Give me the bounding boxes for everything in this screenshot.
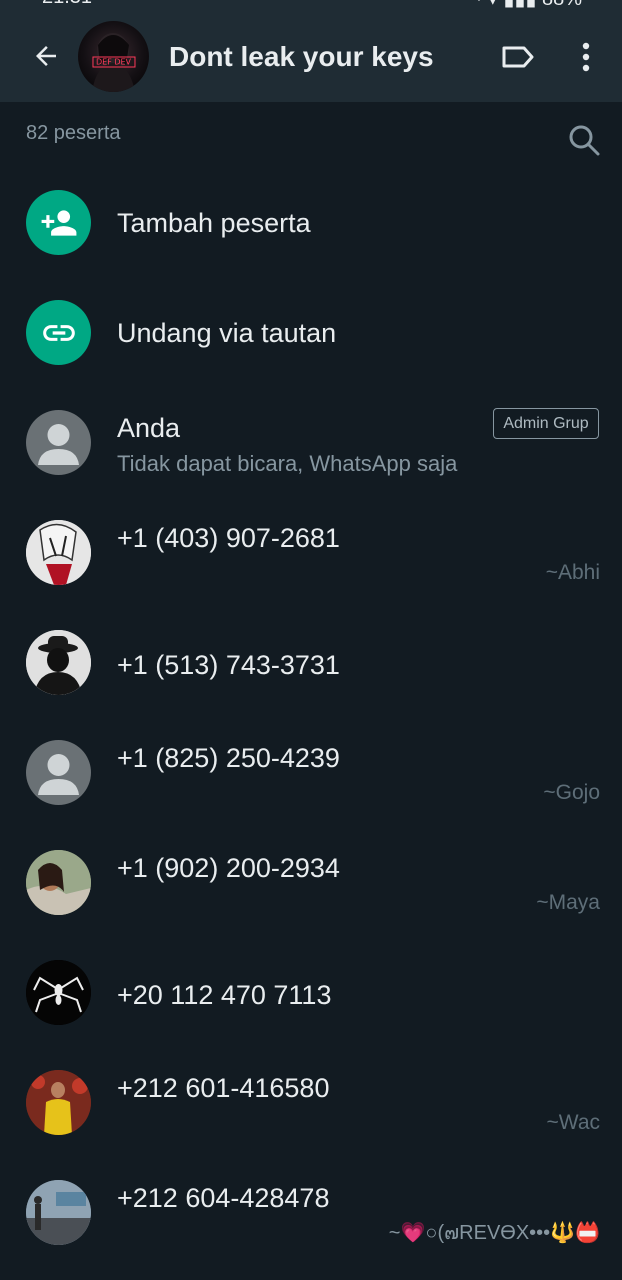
member-name: +1 (513) 743-3731: [117, 650, 340, 680]
member-pushname: ~Wac: [546, 1111, 600, 1134]
spider-logo-avatar-image: [26, 960, 91, 1025]
member-avatar: [26, 960, 91, 1025]
member-row[interactable]: +1 (825) 250-4239 ~Gojo: [0, 718, 622, 828]
back-button[interactable]: [26, 36, 66, 76]
status-time: 21.31: [42, 0, 92, 9]
label-icon: [502, 46, 534, 68]
add-participant-row[interactable]: Tambah peserta: [0, 168, 622, 278]
member-pushname: ~Gojo: [543, 781, 600, 804]
street-photo-avatar-image: [26, 1180, 91, 1245]
default-avatar: [26, 410, 91, 475]
search-button[interactable]: [564, 120, 604, 160]
participant-count: 82 peserta: [26, 122, 121, 144]
member-name: +1 (902) 200-2934: [117, 853, 340, 883]
member-name: +212 601-416580: [117, 1073, 330, 1103]
member-status: Tidak dapat bicara, WhatsApp saja: [117, 451, 458, 476]
member-avatar: [26, 630, 91, 695]
member-avatar: [26, 1070, 91, 1135]
member-name: +1 (403) 907-2681: [117, 523, 340, 553]
group-title[interactable]: Dont leak your keys: [169, 41, 434, 73]
hat-figure-avatar-image: [26, 630, 91, 695]
more-options-button[interactable]: [570, 38, 602, 76]
search-icon: [569, 125, 600, 156]
member-row[interactable]: +1 (403) 907-2681 ~Abhi: [0, 498, 622, 608]
arrow-left-icon: [36, 46, 56, 66]
status-icons: · ▾ ▮▮▮ 88%: [476, 0, 582, 11]
member-name: +212 604-428478: [117, 1183, 330, 1213]
member-pushname: ~Abhi: [545, 561, 600, 584]
add-participant-label: Tambah peserta: [117, 208, 311, 238]
member-row-self[interactable]: Anda Tidak dapat bicara, WhatsApp saja A…: [0, 388, 622, 498]
link-icon: [42, 324, 75, 341]
member-row[interactable]: +212 604-428478 ~💗○(๗REVӨX•••🔱📛: [0, 1158, 622, 1268]
member-row[interactable]: +1 (513) 743-3731: [0, 608, 622, 718]
member-avatar: [26, 850, 91, 915]
label-button[interactable]: [498, 38, 538, 76]
member-name: +1 (825) 250-4239: [117, 743, 340, 773]
person-silhouette-icon: [38, 754, 79, 795]
invite-link-avatar: [26, 300, 91, 365]
member-row[interactable]: +1 (902) 200-2934 ~Maya: [0, 828, 622, 938]
participants-header: 82 peserta: [0, 102, 622, 162]
more-vertical-icon: [582, 42, 590, 72]
status-bar: 21.31 · ▾ ▮▮▮ 88%: [0, 0, 622, 12]
athlete-avatar-image: [26, 1070, 91, 1135]
invite-link-label: Undang via tautan: [117, 318, 337, 348]
photo-avatar-image: [26, 850, 91, 915]
group-avatar[interactable]: DEF DEV: [78, 21, 149, 92]
member-row[interactable]: +20 112 470 7113: [0, 938, 622, 1048]
member-pushname: ~Maya: [536, 891, 600, 914]
member-name: Anda: [117, 413, 181, 443]
member-avatar: [26, 520, 91, 585]
default-avatar: [26, 740, 91, 805]
member-name: +20 112 470 7113: [117, 980, 332, 1010]
anime-avatar-image: [26, 520, 91, 585]
add-person-icon: [41, 209, 76, 236]
invite-link-row[interactable]: Undang via tautan: [0, 278, 622, 388]
group-avatar-tag: DEF DEV: [91, 56, 136, 68]
admin-badge: Admin Grup: [493, 408, 599, 439]
person-silhouette-icon: [38, 424, 79, 465]
member-row[interactable]: +212 601-416580 ~Wac: [0, 1048, 622, 1158]
member-pushname: ~💗○(๗REVӨX•••🔱📛: [388, 1222, 600, 1244]
member-avatar: [26, 1180, 91, 1245]
add-participant-avatar: [26, 190, 91, 255]
app-bar: DEF DEV Dont leak your keys: [0, 12, 622, 102]
